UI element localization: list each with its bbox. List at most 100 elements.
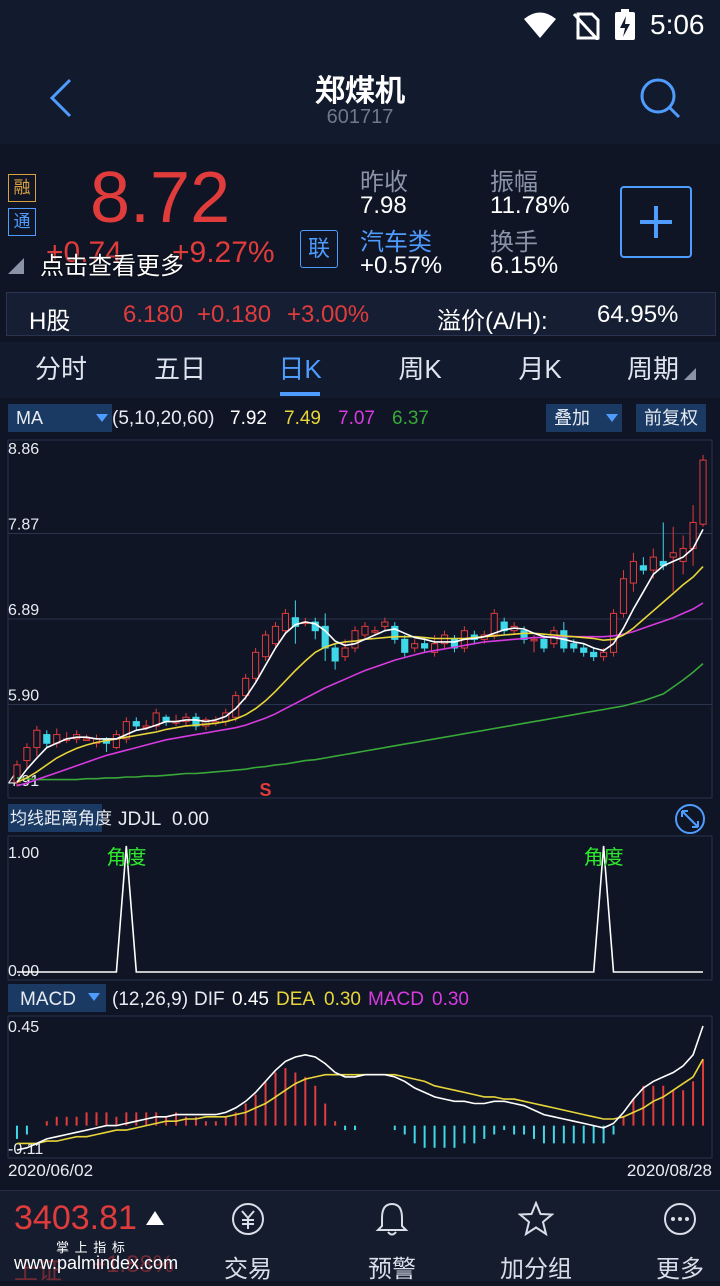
candle-body bbox=[371, 630, 379, 633]
angle-label: 角度 bbox=[106, 846, 146, 869]
ma5-value: 7.92 bbox=[230, 408, 267, 429]
index-value[interactable]: 3403.81 bbox=[14, 1199, 137, 1238]
dea-value: 0.30 bbox=[324, 989, 361, 1010]
star-icon bbox=[518, 1201, 554, 1237]
candle-body bbox=[112, 734, 120, 749]
candle-body bbox=[639, 565, 647, 571]
corner-triangle-icon bbox=[8, 258, 24, 274]
add-watchlist-button[interactable] bbox=[620, 186, 692, 258]
macd-panel-frame bbox=[7, 1015, 713, 1159]
candle-body bbox=[669, 552, 677, 558]
kline-y-tick: 5.90 bbox=[8, 688, 39, 705]
jdjl-y-tick: 1.00 bbox=[8, 845, 39, 862]
tab-monthly-k[interactable]: 月K bbox=[485, 342, 595, 398]
candle-body bbox=[649, 556, 657, 571]
candle-body bbox=[401, 638, 409, 653]
linked-badge[interactable]: 联 bbox=[300, 230, 338, 268]
macd-indicator-label: MACD bbox=[20, 989, 76, 1010]
candle-body bbox=[530, 638, 538, 642]
more-icon bbox=[664, 1203, 696, 1235]
macd-label: MACD bbox=[368, 989, 424, 1010]
candle-body bbox=[609, 612, 618, 653]
search-icon[interactable] bbox=[638, 76, 682, 120]
last-price: 8.72 bbox=[90, 158, 231, 238]
candle-body bbox=[132, 721, 140, 727]
sell-signal-marker: S bbox=[260, 780, 272, 800]
amplitude-value: 11.78% bbox=[490, 192, 570, 219]
no-sim-icon bbox=[572, 12, 600, 40]
wifi-icon bbox=[524, 12, 556, 38]
chevron-down-icon bbox=[606, 414, 618, 422]
x-start-date: 2020/06/02 bbox=[8, 1161, 93, 1180]
nav-more[interactable]: 更多 bbox=[608, 1191, 720, 1283]
kline-y-tick: 7.87 bbox=[8, 517, 39, 534]
candle-body bbox=[351, 630, 359, 649]
battery-charging-icon bbox=[615, 9, 635, 40]
tab-five-day[interactable]: 五日 bbox=[125, 342, 235, 398]
h-share-bar[interactable]: H股 6.180 +0.180 +3.00% 溢价(A/H): 64.95% bbox=[6, 292, 716, 336]
x-end-date: 2020/08/28 bbox=[627, 1161, 712, 1180]
ma60-line bbox=[16, 662, 704, 781]
candle-body bbox=[281, 612, 290, 632]
watermark-text: www.palmindex.com bbox=[14, 1253, 179, 1273]
ma60-value: 6.37 bbox=[392, 408, 429, 429]
premium-value: 64.95% bbox=[597, 301, 679, 328]
bottom-nav: 3403.81 掌 上 指 标 上证 +1.88% www.palmindex.… bbox=[0, 1190, 720, 1285]
kline-chart-area[interactable]: 8.867.876.895.904.91 S 均线距离角度 JDJL 0.00 … bbox=[0, 432, 720, 1192]
active-tab-indicator bbox=[280, 392, 320, 396]
nav-more-label: 更多 bbox=[656, 1256, 704, 1283]
dea-line bbox=[17, 1058, 704, 1145]
up-triangle-icon bbox=[146, 1211, 164, 1225]
candle-body bbox=[252, 651, 260, 679]
overlay-button[interactable]: 叠加 bbox=[546, 404, 622, 432]
h-share-change: +0.180 bbox=[197, 301, 272, 328]
ma-indicator-select[interactable]: MA bbox=[8, 404, 112, 432]
more-info-link[interactable]: 点击查看更多 bbox=[40, 246, 184, 281]
nav-trade[interactable]: 交易 bbox=[176, 1191, 320, 1283]
kline-y-tick: 4.91 bbox=[8, 773, 39, 790]
ma-indicator-label: MA bbox=[16, 408, 43, 428]
stock-name: 郑煤机 bbox=[315, 75, 405, 108]
connect-badge: 通 bbox=[8, 208, 36, 236]
nav-add-group[interactable]: 加分组 bbox=[464, 1191, 608, 1283]
status-time: 5:06 bbox=[650, 9, 705, 40]
macd-y-tick: 0.45 bbox=[8, 1019, 39, 1036]
tab-intraday[interactable]: 分时 bbox=[6, 342, 116, 398]
nav-alert[interactable]: 预警 bbox=[320, 1191, 464, 1283]
kline-y-tick: 8.86 bbox=[8, 441, 39, 458]
ma20-line bbox=[16, 602, 704, 787]
candle-body bbox=[619, 578, 628, 614]
candle-body bbox=[361, 625, 369, 636]
candle-body bbox=[331, 647, 339, 662]
turnover-value: 6.15% bbox=[490, 252, 559, 279]
plus-icon bbox=[640, 206, 672, 238]
candle-body bbox=[590, 651, 598, 658]
adjust-button[interactable]: 前复权 bbox=[636, 404, 706, 432]
tab-daily-k[interactable]: 日K bbox=[245, 342, 355, 398]
candle-body bbox=[600, 651, 608, 658]
sector-change: +0.57% bbox=[360, 252, 443, 279]
tab-weekly-k[interactable]: 周K bbox=[365, 342, 475, 398]
nav-alert-label: 预警 bbox=[368, 1256, 416, 1283]
macd-value: 0.30 bbox=[432, 989, 469, 1010]
candle-body bbox=[341, 647, 349, 658]
nav-add-group-label: 加分组 bbox=[500, 1256, 572, 1283]
candle-body bbox=[411, 643, 419, 649]
quote-panel: 融 通 8.72 +0.74 +9.27% 点击查看更多 联 昨收 7.98 振… bbox=[0, 150, 720, 290]
candle-body bbox=[271, 625, 280, 645]
jdjl-value: 0.00 bbox=[172, 809, 209, 830]
expand-icon[interactable] bbox=[675, 804, 705, 834]
ma20-value: 7.07 bbox=[338, 408, 375, 429]
angle-label: 角度 bbox=[584, 846, 624, 869]
dropdown-triangle-icon bbox=[684, 368, 696, 380]
candle-body bbox=[540, 638, 548, 649]
macd-params: (12,26,9) bbox=[112, 989, 188, 1010]
candle-body bbox=[699, 459, 707, 525]
dif-line bbox=[16, 1025, 704, 1151]
h-share-price: 6.180 bbox=[123, 301, 184, 328]
h-share-label: H股 bbox=[29, 308, 71, 335]
dif-value: 0.45 bbox=[232, 989, 269, 1010]
stock-code: 601717 bbox=[326, 106, 394, 128]
period-tabs: 分时 五日 日K 周K 月K 周期 bbox=[0, 342, 720, 398]
candle-body bbox=[629, 560, 638, 584]
